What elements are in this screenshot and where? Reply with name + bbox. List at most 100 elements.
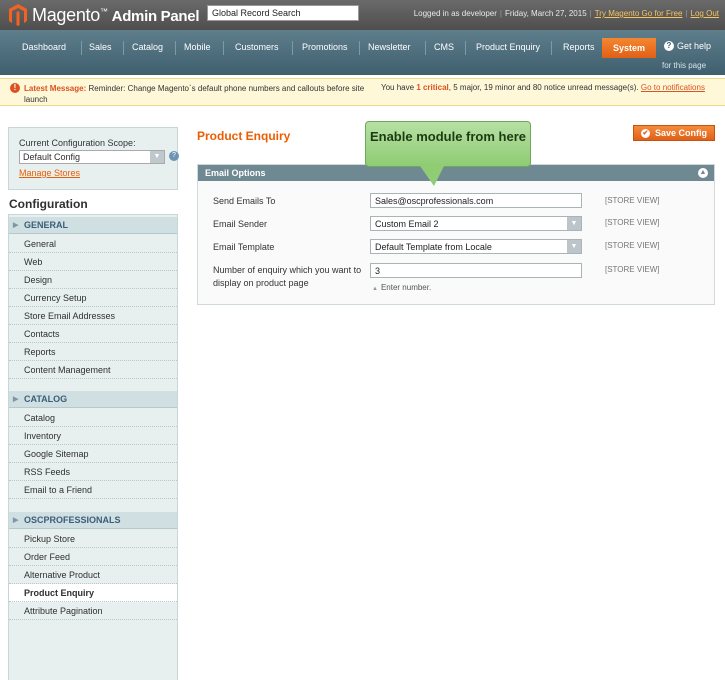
sidebar-item-web[interactable]: Web <box>9 253 177 271</box>
logo-suffix: Admin Panel <box>111 7 200 25</box>
save-config-label: Save Config <box>654 128 707 138</box>
enquiry-count-input[interactable]: 3 <box>370 263 582 278</box>
nav-system[interactable]: System <box>602 38 656 58</box>
header-links: Logged in as developer | Friday, March 27,… <box>413 9 719 18</box>
store-view-scope: [STORE VIEW] <box>605 196 660 205</box>
send-emails-to-value: Sales@oscprofessionals.com <box>375 196 494 206</box>
magento-logo-icon <box>9 4 27 26</box>
scope-select[interactable]: Default Config ▼ <box>19 150 165 164</box>
sidebar-item-email-to-a-friend[interactable]: Email to a Friend <box>9 481 177 499</box>
enquiry-count-hint: ▲ Enter number. <box>372 283 431 292</box>
help-icon[interactable]: ? <box>169 151 179 161</box>
scope-label: Current Configuration Scope: <box>19 138 136 148</box>
sidebar-item-google-sitemap[interactable]: Google Sitemap <box>9 445 177 463</box>
email-sender-label: Email Sender <box>213 219 268 229</box>
store-view-scope: [STORE VIEW] <box>605 241 660 250</box>
nav-catalog[interactable]: Catalog <box>132 42 163 52</box>
email-template-label: Email Template <box>213 242 275 252</box>
latest-message-label: Latest Message: <box>24 84 87 93</box>
config-sidebar: Current Configuration Scope: Default Con… <box>8 127 179 680</box>
section-title: Email Options <box>205 168 266 178</box>
checkmark-icon: ✔ <box>640 128 650 138</box>
logout-link[interactable]: Log Out <box>691 9 719 18</box>
nav-sales[interactable]: Sales <box>89 42 112 52</box>
sidebar-item-rss-feeds[interactable]: RSS Feeds <box>9 463 177 481</box>
nav-newsletter[interactable]: Newsletter <box>368 42 411 52</box>
chevron-down-icon: ▼ <box>567 240 581 253</box>
nav-separator <box>551 41 552 55</box>
email-template-value: Default Template from Locale <box>375 242 492 252</box>
nav-mobile[interactable]: Mobile <box>184 42 211 52</box>
sidebar-item-catalog[interactable]: Catalog <box>9 409 177 427</box>
alert-icon: ! <box>10 83 20 93</box>
sidebar-item-general[interactable]: General <box>9 235 177 253</box>
send-emails-to-input[interactable]: Sales@oscprofessionals.com <box>370 193 582 208</box>
manage-stores-link[interactable]: Manage Stores <box>19 168 80 178</box>
sidebar-item-pickup-store[interactable]: Pickup Store <box>9 530 177 548</box>
group-label: GENERAL <box>24 220 69 230</box>
logged-in-text: Logged in as developer <box>413 9 497 18</box>
chevron-down-icon: ▼ <box>567 217 581 230</box>
global-search-input[interactable] <box>207 5 359 21</box>
group-label: CATALOG <box>24 394 68 404</box>
magento-logo[interactable]: Magento™ Admin Panel <box>8 3 200 27</box>
page-title: Product Enquiry <box>197 129 291 143</box>
sidebar-item-inventory[interactable]: Inventory <box>9 427 177 445</box>
nav-separator <box>465 41 466 55</box>
nav-cms[interactable]: CMS <box>434 42 454 52</box>
collapse-icon[interactable]: ▲ <box>698 168 708 178</box>
help-icon: ? <box>664 41 674 51</box>
nav-dashboard[interactable]: Dashboard <box>22 42 66 52</box>
nav-separator <box>175 41 176 55</box>
message-summary: You have 1 critical, 5 major, 19 minor a… <box>381 83 705 92</box>
scope-select-value: Default Config <box>23 152 81 162</box>
save-config-button[interactable]: ✔ Save Config <box>633 125 715 141</box>
main-nav: Dashboard Sales Catalog Mobile Customers… <box>0 30 725 75</box>
get-help-label: Get help <box>677 41 712 51</box>
section-header[interactable]: Email Options ▲ <box>198 165 714 181</box>
try-magento-link[interactable]: Try Magento Go for Free <box>595 9 683 18</box>
get-help-link[interactable]: ? Get help <box>664 41 711 51</box>
callout-annotation: Enable module from here <box>365 121 531 167</box>
nav-reports[interactable]: Reports <box>563 42 595 52</box>
nav-separator <box>425 41 426 55</box>
go-to-notifications-link[interactable]: Go to notifications <box>641 83 705 92</box>
enquiry-count-label: Number of enquiry which you want to disp… <box>213 265 362 288</box>
nav-customers[interactable]: Customers <box>235 42 279 52</box>
sidebar-item-currency-setup[interactable]: Currency Setup <box>9 289 177 307</box>
email-template-select[interactable]: Default Template from Locale ▼ <box>370 239 582 254</box>
sidebar-item-alternative-product[interactable]: Alternative Product <box>9 566 177 584</box>
send-emails-to-label: Send Emails To <box>213 196 276 206</box>
sidebar-item-product-enquiry[interactable]: Product Enquiry <box>9 584 177 602</box>
store-view-scope: [STORE VIEW] <box>605 218 660 227</box>
nav-separator <box>123 41 124 55</box>
nav-separator <box>359 41 360 55</box>
group-oscprofessionals[interactable]: ▶ OSCPROFESSIONALS <box>9 512 177 529</box>
nav-separator <box>81 41 82 55</box>
nav-separator <box>292 41 293 55</box>
sidebar-item-attribute-pagination[interactable]: Attribute Pagination <box>9 602 177 620</box>
expand-triangle-icon: ▶ <box>13 222 19 229</box>
nav-product-enquiry[interactable]: Product Enquiry <box>476 42 540 52</box>
logo-text: Magento <box>32 4 100 25</box>
expand-triangle-icon: ▶ <box>13 517 19 524</box>
sidebar-item-reports[interactable]: Reports <box>9 343 177 361</box>
nav-promotions[interactable]: Promotions <box>302 42 348 52</box>
group-label: OSCPROFESSIONALS <box>24 515 121 525</box>
latest-message: Latest Message: Reminder: Change Magento… <box>24 83 374 105</box>
email-sender-select[interactable]: Custom Email 2 ▼ <box>370 216 582 231</box>
hint-triangle-icon: ▲ <box>372 286 378 292</box>
group-catalog[interactable]: ▶ CATALOG <box>9 391 177 408</box>
sidebar-item-design[interactable]: Design <box>9 271 177 289</box>
callout-pointer <box>420 166 444 186</box>
get-help-subtext[interactable]: for this page <box>662 61 706 70</box>
group-general[interactable]: ▶ GENERAL <box>9 217 177 234</box>
header-bar: Magento™Admin Panel Logged in as develop… <box>0 0 725 30</box>
sidebar-item-store-email-addresses[interactable]: Store Email Addresses <box>9 307 177 325</box>
sidebar-item-contacts[interactable]: Contacts <box>9 325 177 343</box>
sidebar-item-content-management[interactable]: Content Management <box>9 361 177 379</box>
expand-triangle-icon: ▶ <box>13 396 19 403</box>
sidebar-item-order-feed[interactable]: Order Feed <box>9 548 177 566</box>
email-sender-value: Custom Email 2 <box>375 219 439 229</box>
email-options-section: Email Options ▲ Send Emails To Sales@osc… <box>197 164 715 305</box>
